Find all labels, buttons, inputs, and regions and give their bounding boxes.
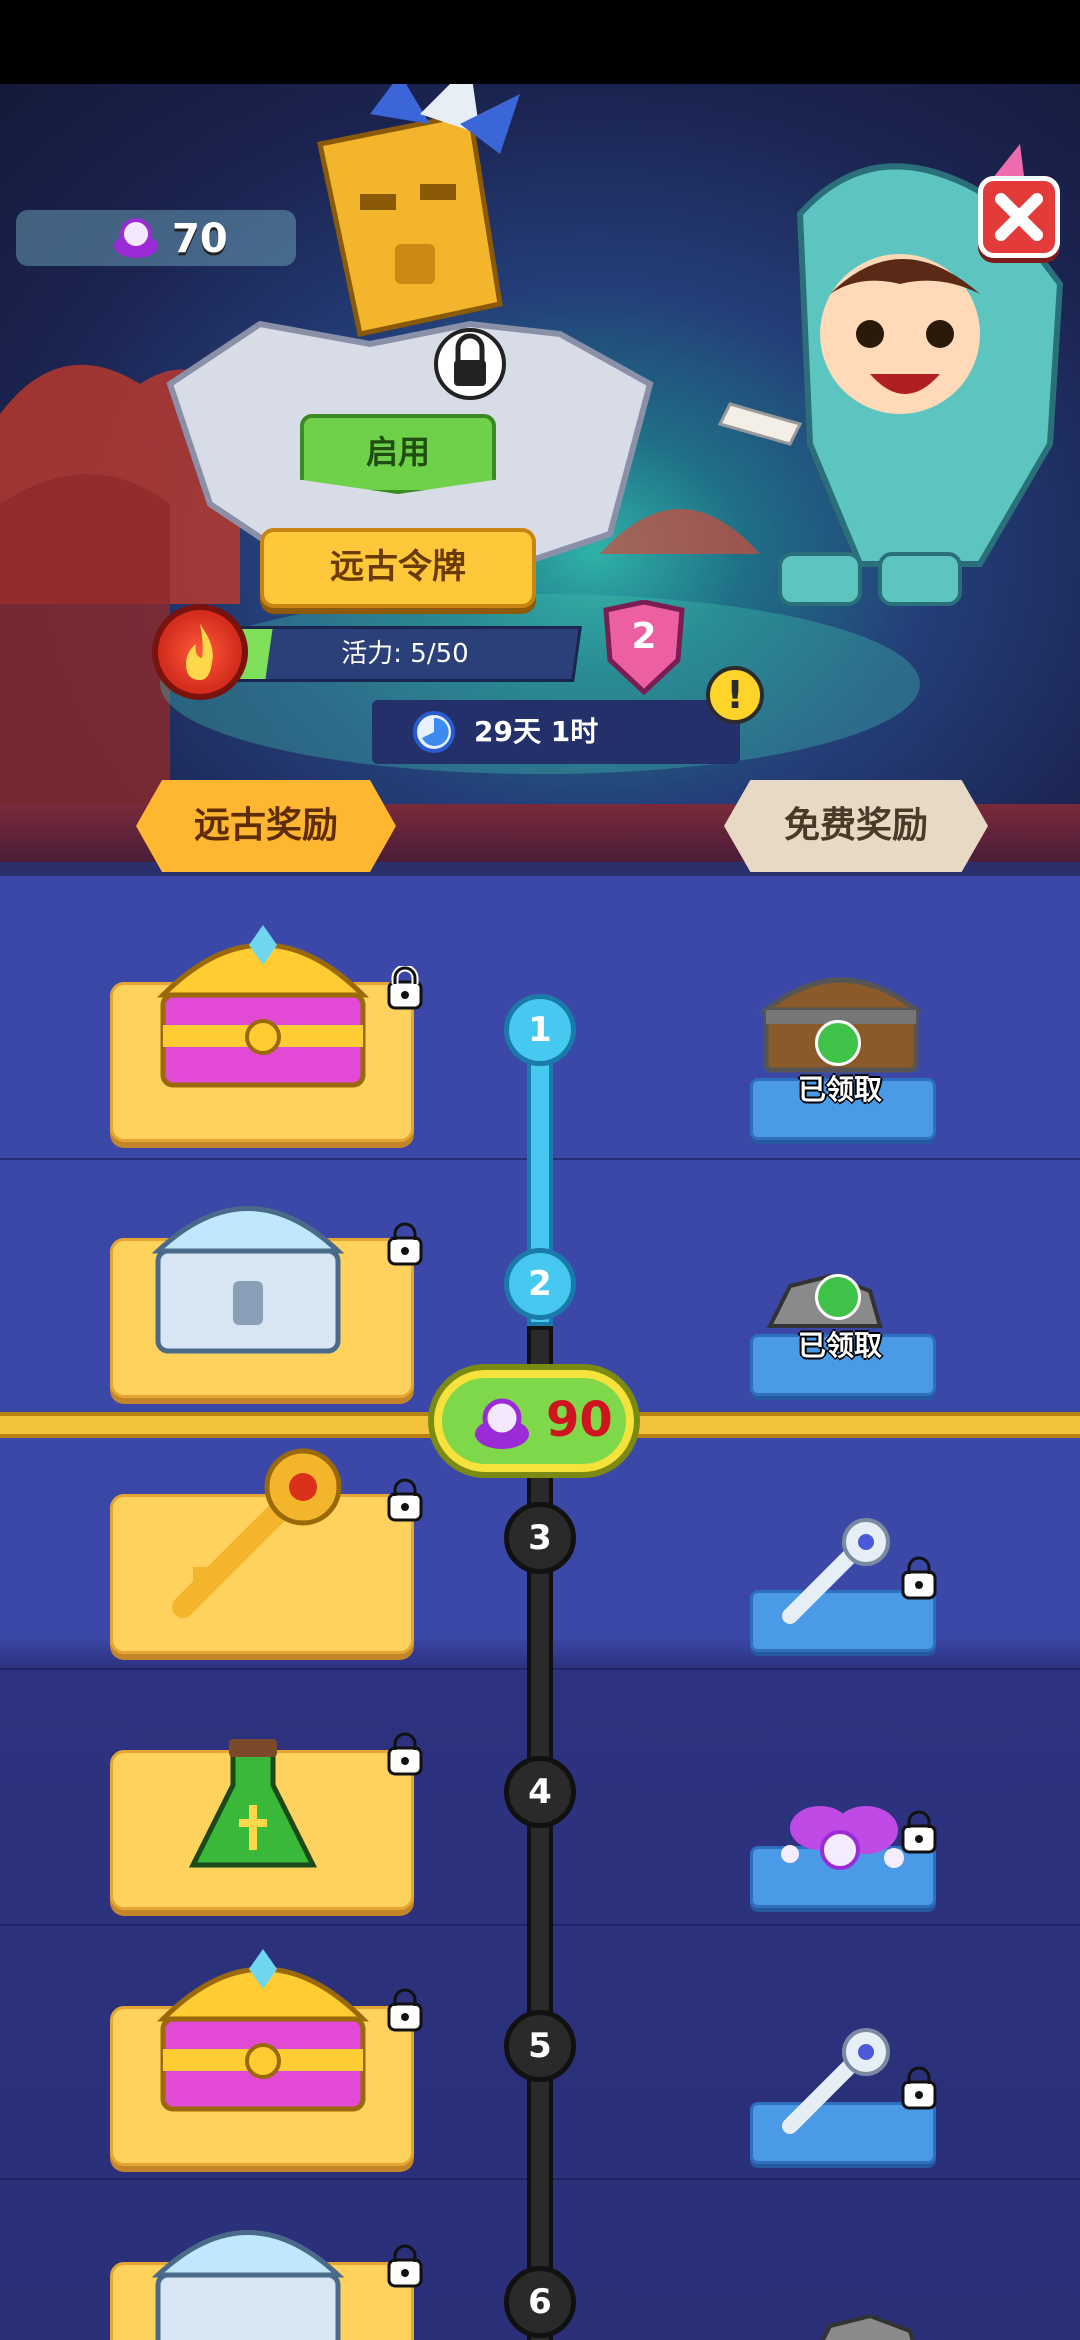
lock-icon [387, 2244, 423, 2288]
silver-key-icon [782, 2028, 890, 2134]
tier-node-5: 5 [504, 2010, 576, 2082]
lock-icon [901, 2066, 937, 2110]
tab-ancient-rewards[interactable]: 远古奖励 [136, 780, 396, 872]
check-icon [815, 1020, 861, 1066]
season-timer: 29天 1时 [372, 700, 740, 764]
hero-scene [0, 84, 1064, 804]
enable-button-label: 启用 [365, 433, 430, 471]
silver-chest-icon [151, 2230, 345, 2340]
level-number: 2 [631, 616, 657, 657]
energy-bar: 活力: 5/50 [228, 626, 582, 682]
level-shield: 2 [598, 599, 690, 700]
close-icon [995, 193, 1043, 241]
pink-gold-chest-icon [156, 1949, 370, 2112]
golden-key-icon [172, 1448, 342, 1618]
flame-icon [186, 624, 213, 680]
lock-icon [901, 1810, 937, 1854]
token-title: 远古令牌 [330, 547, 466, 587]
silver-key-icon [782, 1518, 890, 1624]
tab-free-rewards[interactable]: 免费奖励 [724, 780, 988, 872]
lock-icon [387, 966, 423, 1010]
fire-badge [152, 604, 248, 700]
tier-node-1: 1 [504, 994, 576, 1066]
pearl-gem-icon [475, 1398, 529, 1449]
ancient-reward-card-3[interactable] [110, 1448, 414, 1654]
stone-pile-icon [820, 2313, 915, 2340]
ancient-reward-card-4[interactable] [110, 1739, 414, 1910]
close-button[interactable] [978, 176, 1060, 258]
tier-node-2: 2 [504, 1248, 576, 1320]
check-icon [815, 1274, 861, 1320]
tab-ancient-label: 远古奖励 [193, 805, 338, 846]
gem-count: 70 [172, 216, 228, 262]
enable-button[interactable]: 启用 [300, 414, 496, 494]
reward-track-list[interactable]: 1 已领取 2 已领取 3 4 5 6 [0, 876, 1080, 2340]
green-potion-icon [188, 1739, 318, 1868]
gem-counter: 70 [16, 210, 296, 266]
track-locked [527, 1326, 553, 2340]
claimed-label-1: 已领取 [798, 1073, 883, 1106]
hero-banner: 70 启用 远古令牌 活力: 5/50 2 29天 1时 ! [0, 84, 1080, 804]
tier-node-3: 3 [504, 1502, 576, 1574]
lock-icon [387, 1222, 423, 1266]
lock-icon [387, 1478, 423, 1522]
lock-icon [387, 1988, 423, 2032]
progress-pill: 90 [428, 1364, 640, 1478]
progress-value: 90 [546, 1392, 613, 1448]
claimed-label-2: 已领取 [798, 1329, 883, 1362]
clock-icon [413, 711, 455, 753]
tribal-mask-icon [317, 84, 520, 337]
energy-label: 活力: 5/50 [341, 639, 469, 669]
ancient-reward-card-5[interactable] [110, 1949, 414, 2166]
alert-icon[interactable]: ! [706, 666, 764, 724]
ancient-reward-card-1[interactable] [110, 925, 414, 1142]
lock-icon [901, 1556, 937, 1600]
ancient-reward-card-2[interactable] [110, 1206, 414, 1398]
pearl-pile-icon [781, 1806, 904, 1870]
ancient-reward-card-6[interactable] [110, 2230, 414, 2340]
timer-text: 29天 1时 [474, 715, 599, 748]
status-bar [0, 0, 1080, 84]
silver-chest-icon [151, 1206, 345, 1354]
lock-icon [434, 328, 506, 400]
lock-icon [387, 1732, 423, 1776]
pink-gold-chest-icon [156, 925, 370, 1088]
tab-free-label: 免费奖励 [783, 805, 928, 846]
token-title-plaque: 远古令牌 [260, 528, 536, 608]
tier-node-6: 6 [504, 2266, 576, 2338]
tier-node-4: 4 [504, 1756, 576, 1828]
pearl-gem-icon [114, 218, 158, 258]
